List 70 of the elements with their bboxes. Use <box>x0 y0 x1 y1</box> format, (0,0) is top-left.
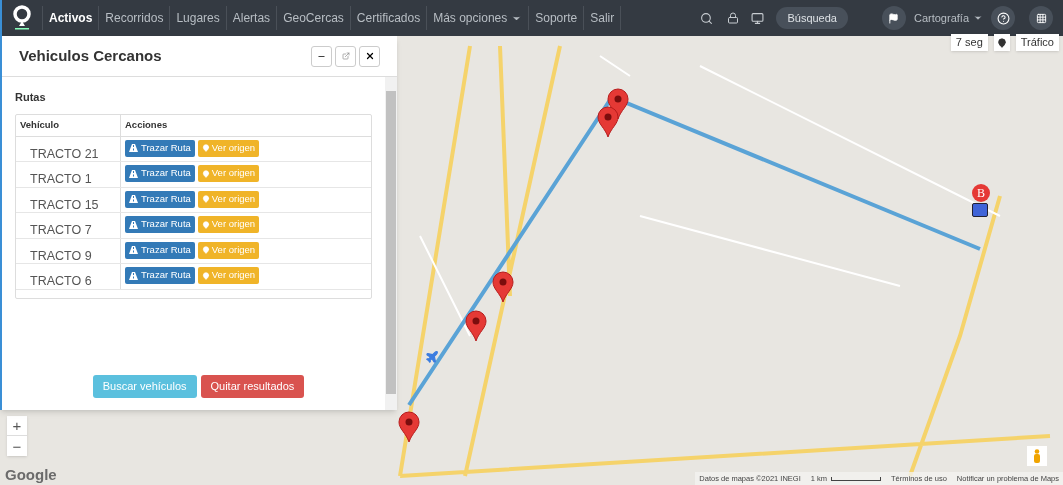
vehicle-name: TRACTO 9 <box>16 238 121 263</box>
monitor-icon[interactable] <box>751 11 765 25</box>
map-pin-icon[interactable] <box>398 411 420 443</box>
trace-route-button[interactable]: Trazar Ruta <box>125 190 195 208</box>
scale-bar <box>831 476 881 481</box>
nav-link[interactable]: Lugares <box>170 6 227 30</box>
help-icon <box>996 11 1010 25</box>
person-icon <box>1033 449 1041 463</box>
map-logo: Google <box>5 465 57 485</box>
refresh-interval-button[interactable]: 7 seg <box>950 34 988 51</box>
map-pin-icon <box>201 271 210 280</box>
map-pin-icon[interactable] <box>492 271 514 303</box>
nav-link[interactable]: Activos <box>43 6 100 30</box>
vehicle-name: TRACTO 15 <box>16 187 121 212</box>
apps-grid-button[interactable] <box>1029 6 1053 30</box>
vehicle-name: TRACTO 1 <box>16 162 121 187</box>
flag-icon <box>888 12 900 24</box>
help-button[interactable] <box>991 6 1015 30</box>
trace-route-button[interactable]: Trazar Ruta <box>125 216 195 233</box>
section-title: Rutas <box>15 90 47 105</box>
search-button[interactable]: Búsqueda <box>776 7 848 29</box>
map-pin-icon[interactable] <box>465 310 487 342</box>
map-pin-icon <box>201 220 210 229</box>
caret-icon <box>973 13 983 23</box>
zoom-in-button[interactable]: + <box>7 416 27 436</box>
flag-button[interactable] <box>881 6 906 30</box>
nav-link[interactable]: Alertas <box>226 6 278 30</box>
column-header: Vehículo <box>16 114 121 136</box>
column-header: Acciones <box>124 117 169 132</box>
map-area[interactable] <box>0 36 1063 485</box>
road-icon <box>129 144 138 152</box>
road-icon <box>129 220 138 229</box>
vehicle-name: TRACTO 21 <box>16 136 121 161</box>
panel-title: Vehiculos Cercanos <box>19 45 163 66</box>
location-button[interactable] <box>993 34 1010 51</box>
popout-icon <box>341 52 350 60</box>
nav-link[interactable]: Salir <box>584 6 622 30</box>
traffic-button[interactable]: Tráfico <box>1015 34 1059 51</box>
nav-link[interactable]: Soporte <box>529 6 585 30</box>
map-pin-icon <box>201 246 210 254</box>
zoom-out-button[interactable]: − <box>7 436 27 456</box>
destination-marker[interactable]: B <box>972 184 990 202</box>
map-pin-icon <box>201 144 210 152</box>
vehicle-name: TRACTO 6 <box>16 264 121 289</box>
search-icon[interactable] <box>700 11 714 25</box>
airport-icon <box>425 350 439 364</box>
clear-results-button[interactable]: Quitar resultados <box>200 375 305 398</box>
road-icon <box>129 195 138 203</box>
trace-route-button[interactable]: Trazar Ruta <box>125 165 195 182</box>
close-icon <box>364 51 375 61</box>
map-pin-icon[interactable] <box>597 106 619 138</box>
nav-link[interactable]: GeoCercas <box>277 6 351 30</box>
road-icon <box>129 271 138 280</box>
nav-link[interactable]: Recorridos <box>99 6 171 30</box>
close-button[interactable] <box>359 45 380 67</box>
trace-route-button[interactable]: Trazar Ruta <box>125 267 195 284</box>
map-pin-icon <box>201 169 210 178</box>
map-pin-icon <box>201 195 210 203</box>
grid-icon <box>1035 12 1047 24</box>
road-icon <box>129 246 138 254</box>
logo-icon <box>12 5 32 31</box>
nav-link[interactable]: Más opciones <box>427 6 530 30</box>
trace-route-button[interactable]: Trazar Ruta <box>125 241 195 259</box>
road-icon <box>129 169 138 178</box>
map-pin-icon <box>996 37 1007 48</box>
nav-link[interactable]: Certificados <box>350 6 428 30</box>
lock-icon[interactable] <box>727 12 740 24</box>
trace-route-button[interactable]: Trazar Ruta <box>125 139 195 157</box>
map-type-dropdown[interactable]: Cartografía <box>913 9 983 27</box>
vehicle-name: TRACTO 7 <box>16 213 121 238</box>
